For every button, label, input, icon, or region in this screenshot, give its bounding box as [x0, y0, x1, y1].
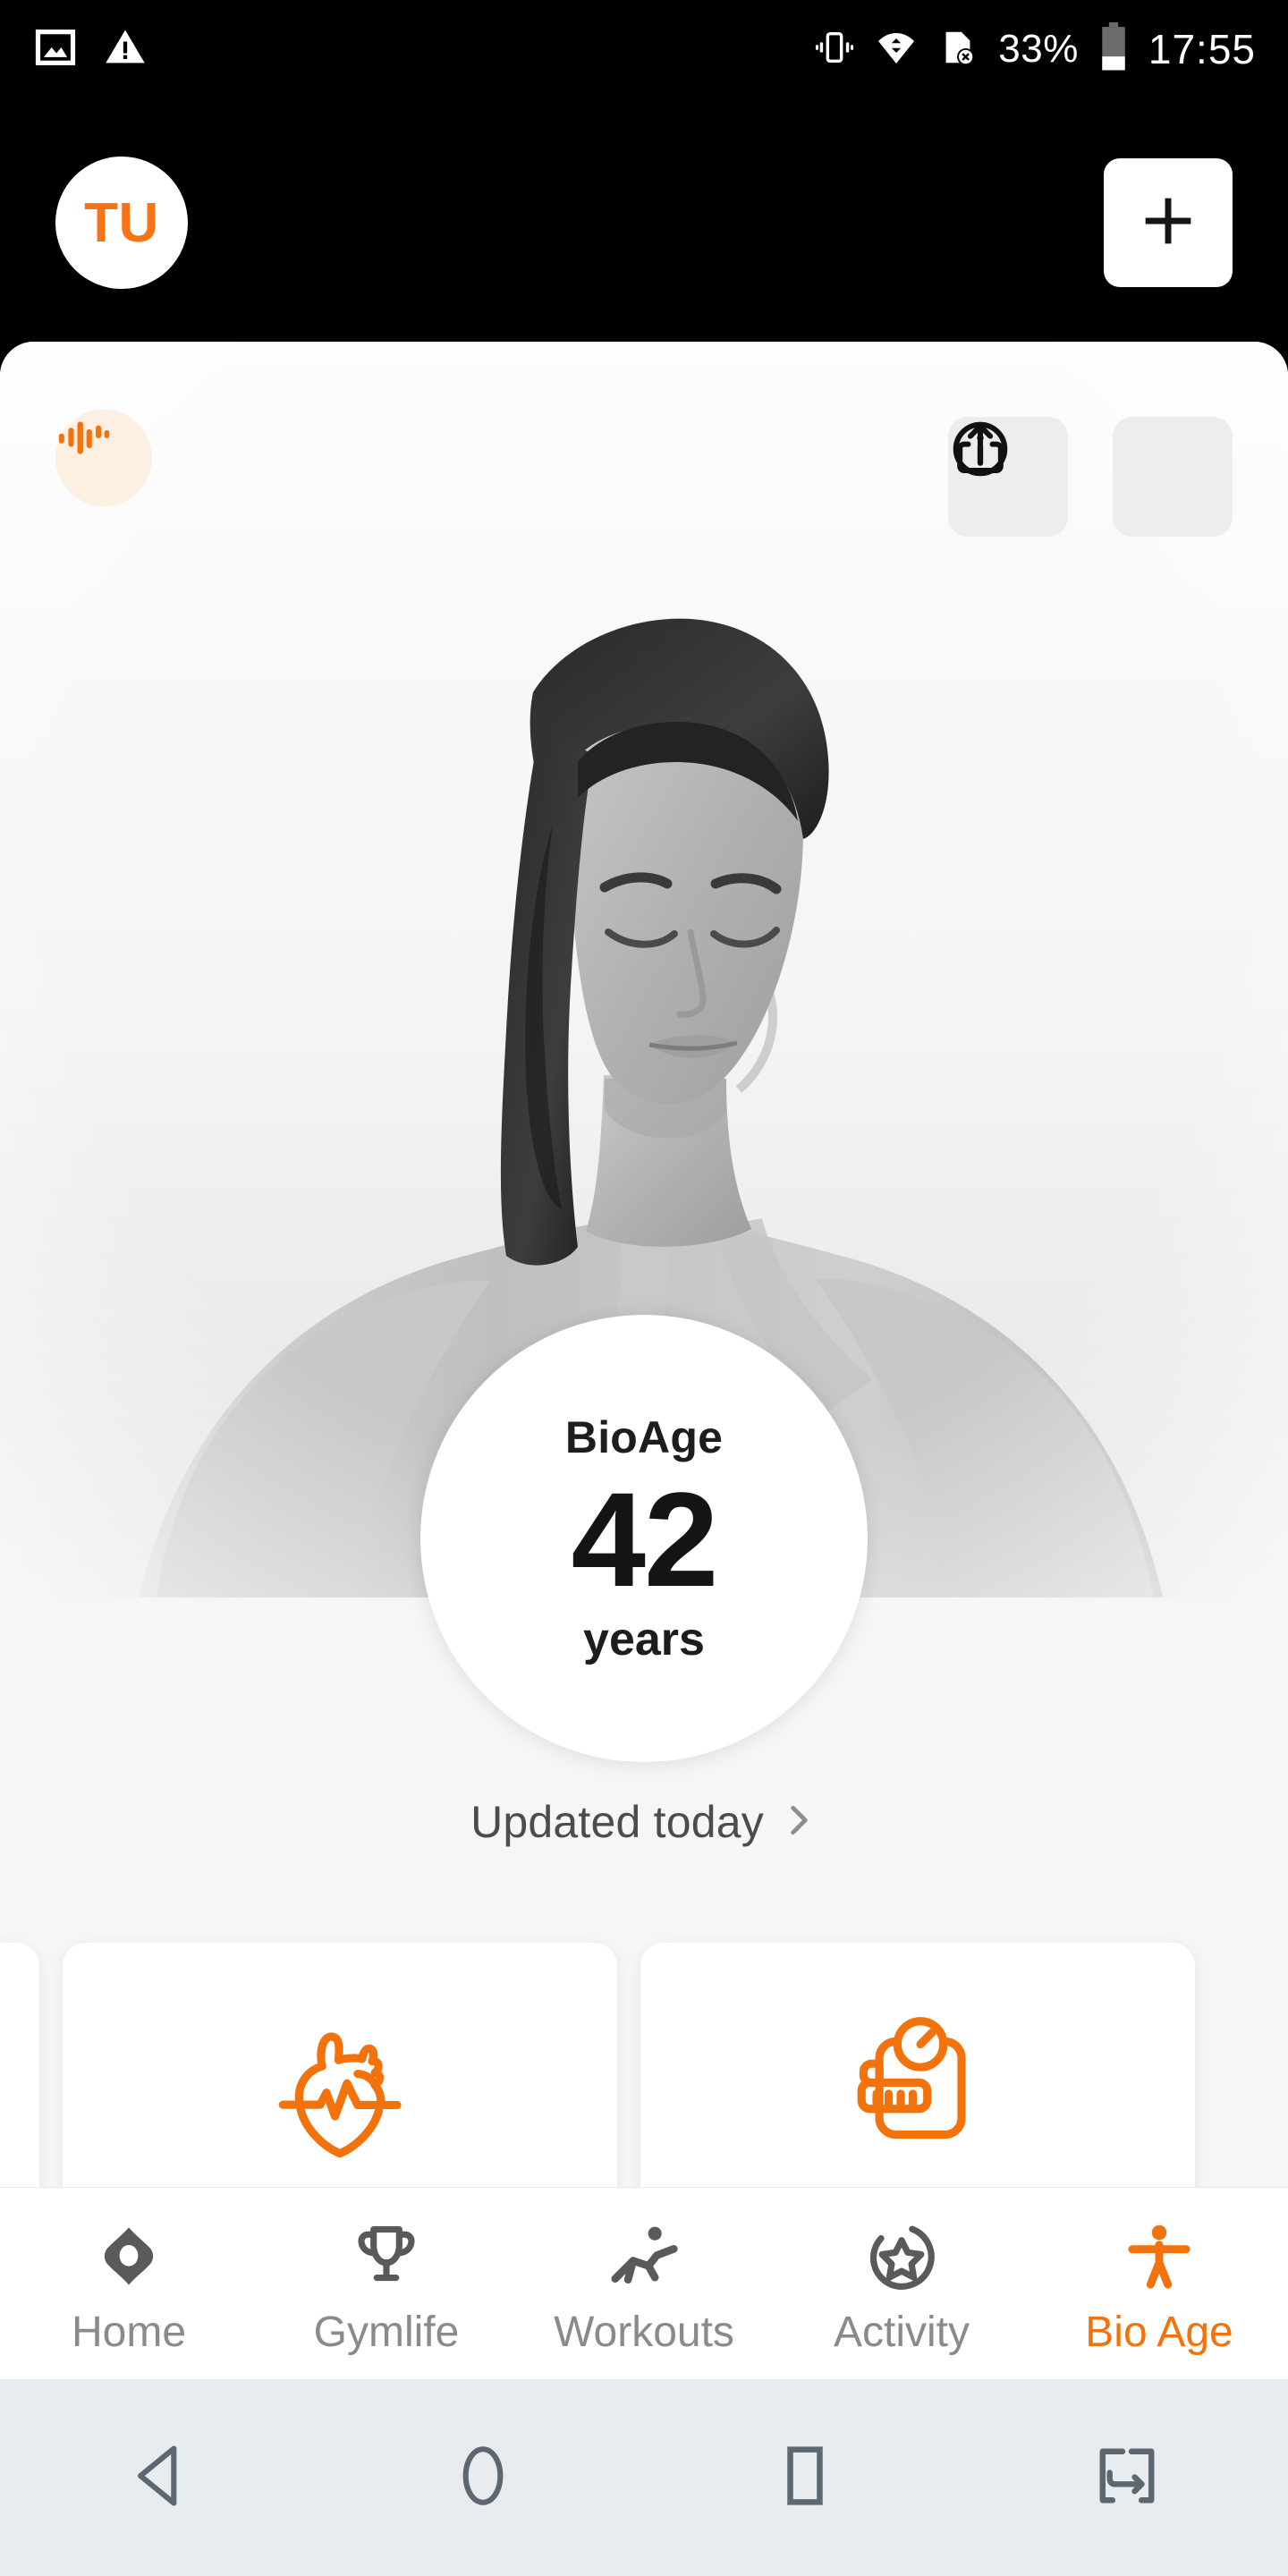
- standing-person-icon: [1121, 2216, 1198, 2299]
- tab-label: Workouts: [554, 2309, 734, 2356]
- home-circle-icon: [445, 2437, 521, 2519]
- tab-gymlife[interactable]: Gymlife: [258, 2188, 515, 2357]
- battery-icon: [1098, 21, 1129, 77]
- phone-screen: 33% 17:55 TU BioAge 42 years Updated tod…: [0, 0, 1288, 2576]
- tab-bio-age[interactable]: Bio Age: [1030, 2188, 1288, 2357]
- status-bar-left-icons: [32, 24, 148, 75]
- image-icon: [32, 24, 79, 75]
- recents-square-icon: [767, 2437, 843, 2519]
- heart-ecg-icon: [252, 2000, 428, 2179]
- back-triangle-icon: [123, 2437, 199, 2519]
- updated-label: Updated today: [470, 1797, 764, 1847]
- share-button[interactable]: [957, 417, 1233, 537]
- running-person-icon: [606, 2216, 682, 2299]
- tab-label: Home: [71, 2309, 187, 2356]
- content-sheet: BioAge 42 years Updated today: [0, 342, 1288, 2187]
- status-bar: 33% 17:55: [0, 0, 1288, 98]
- bioage-label: BioAge: [564, 1411, 724, 1462]
- vibrate-icon: [814, 27, 855, 72]
- bioage-circle[interactable]: BioAge 42 years: [420, 1315, 868, 1762]
- bioage-unit: years: [583, 1613, 705, 1665]
- battery-percent-label: 33%: [998, 27, 1079, 71]
- warning-icon: [102, 24, 148, 75]
- android-navigation-bar: [0, 2379, 1288, 2576]
- app-header: TU: [0, 98, 1288, 347]
- home-button[interactable]: [394, 2406, 572, 2549]
- metric-cards-carousel[interactable]: 46 years Cardio: [0, 1943, 1288, 2187]
- switch-app-button[interactable]: [1038, 2406, 1216, 2549]
- tab-label: Bio Age: [1085, 2309, 1233, 2356]
- bottom-tab-bar: Home Gymlife Workouts Activity Bio Age: [0, 2187, 1288, 2379]
- add-button[interactable]: [1104, 158, 1233, 287]
- clock-label: 17:55: [1148, 26, 1256, 72]
- updated-row[interactable]: Updated today: [470, 1796, 818, 1848]
- tab-label: Gymlife: [313, 2309, 460, 2356]
- switch-app-icon: [1089, 2437, 1165, 2519]
- trophy-icon: [348, 2216, 425, 2299]
- star-circle-icon: [863, 2216, 940, 2299]
- hero-action-buttons: [948, 417, 1233, 537]
- status-bar-right-icons: 33% 17:55: [814, 21, 1256, 77]
- plus-icon: [1134, 187, 1202, 259]
- chevron-right-icon: [778, 1801, 818, 1844]
- metric-card-metabolism[interactable]: 39 years Metabolism: [640, 1943, 1195, 2187]
- tab-workouts[interactable]: Workouts: [515, 2188, 773, 2357]
- avatar[interactable]: TU: [55, 157, 188, 289]
- waveform-icon-badge[interactable]: [55, 410, 152, 506]
- scale-tape-icon: [830, 2000, 1005, 2179]
- back-button[interactable]: [72, 2406, 250, 2549]
- metric-card-previous[interactable]: [0, 1943, 39, 2187]
- recents-button[interactable]: [716, 2406, 894, 2549]
- wifi-icon: [875, 26, 918, 73]
- tab-activity[interactable]: Activity: [773, 2188, 1030, 2357]
- bioage-value: 42: [571, 1463, 719, 1614]
- metric-card-cardio[interactable]: 46 years Cardio: [63, 1943, 617, 2187]
- sim-error-icon: [937, 27, 979, 72]
- tab-home[interactable]: Home: [0, 2188, 258, 2357]
- tab-label: Activity: [833, 2309, 970, 2356]
- avatar-initials: TU: [84, 191, 159, 254]
- home-diamond-icon: [90, 2216, 167, 2299]
